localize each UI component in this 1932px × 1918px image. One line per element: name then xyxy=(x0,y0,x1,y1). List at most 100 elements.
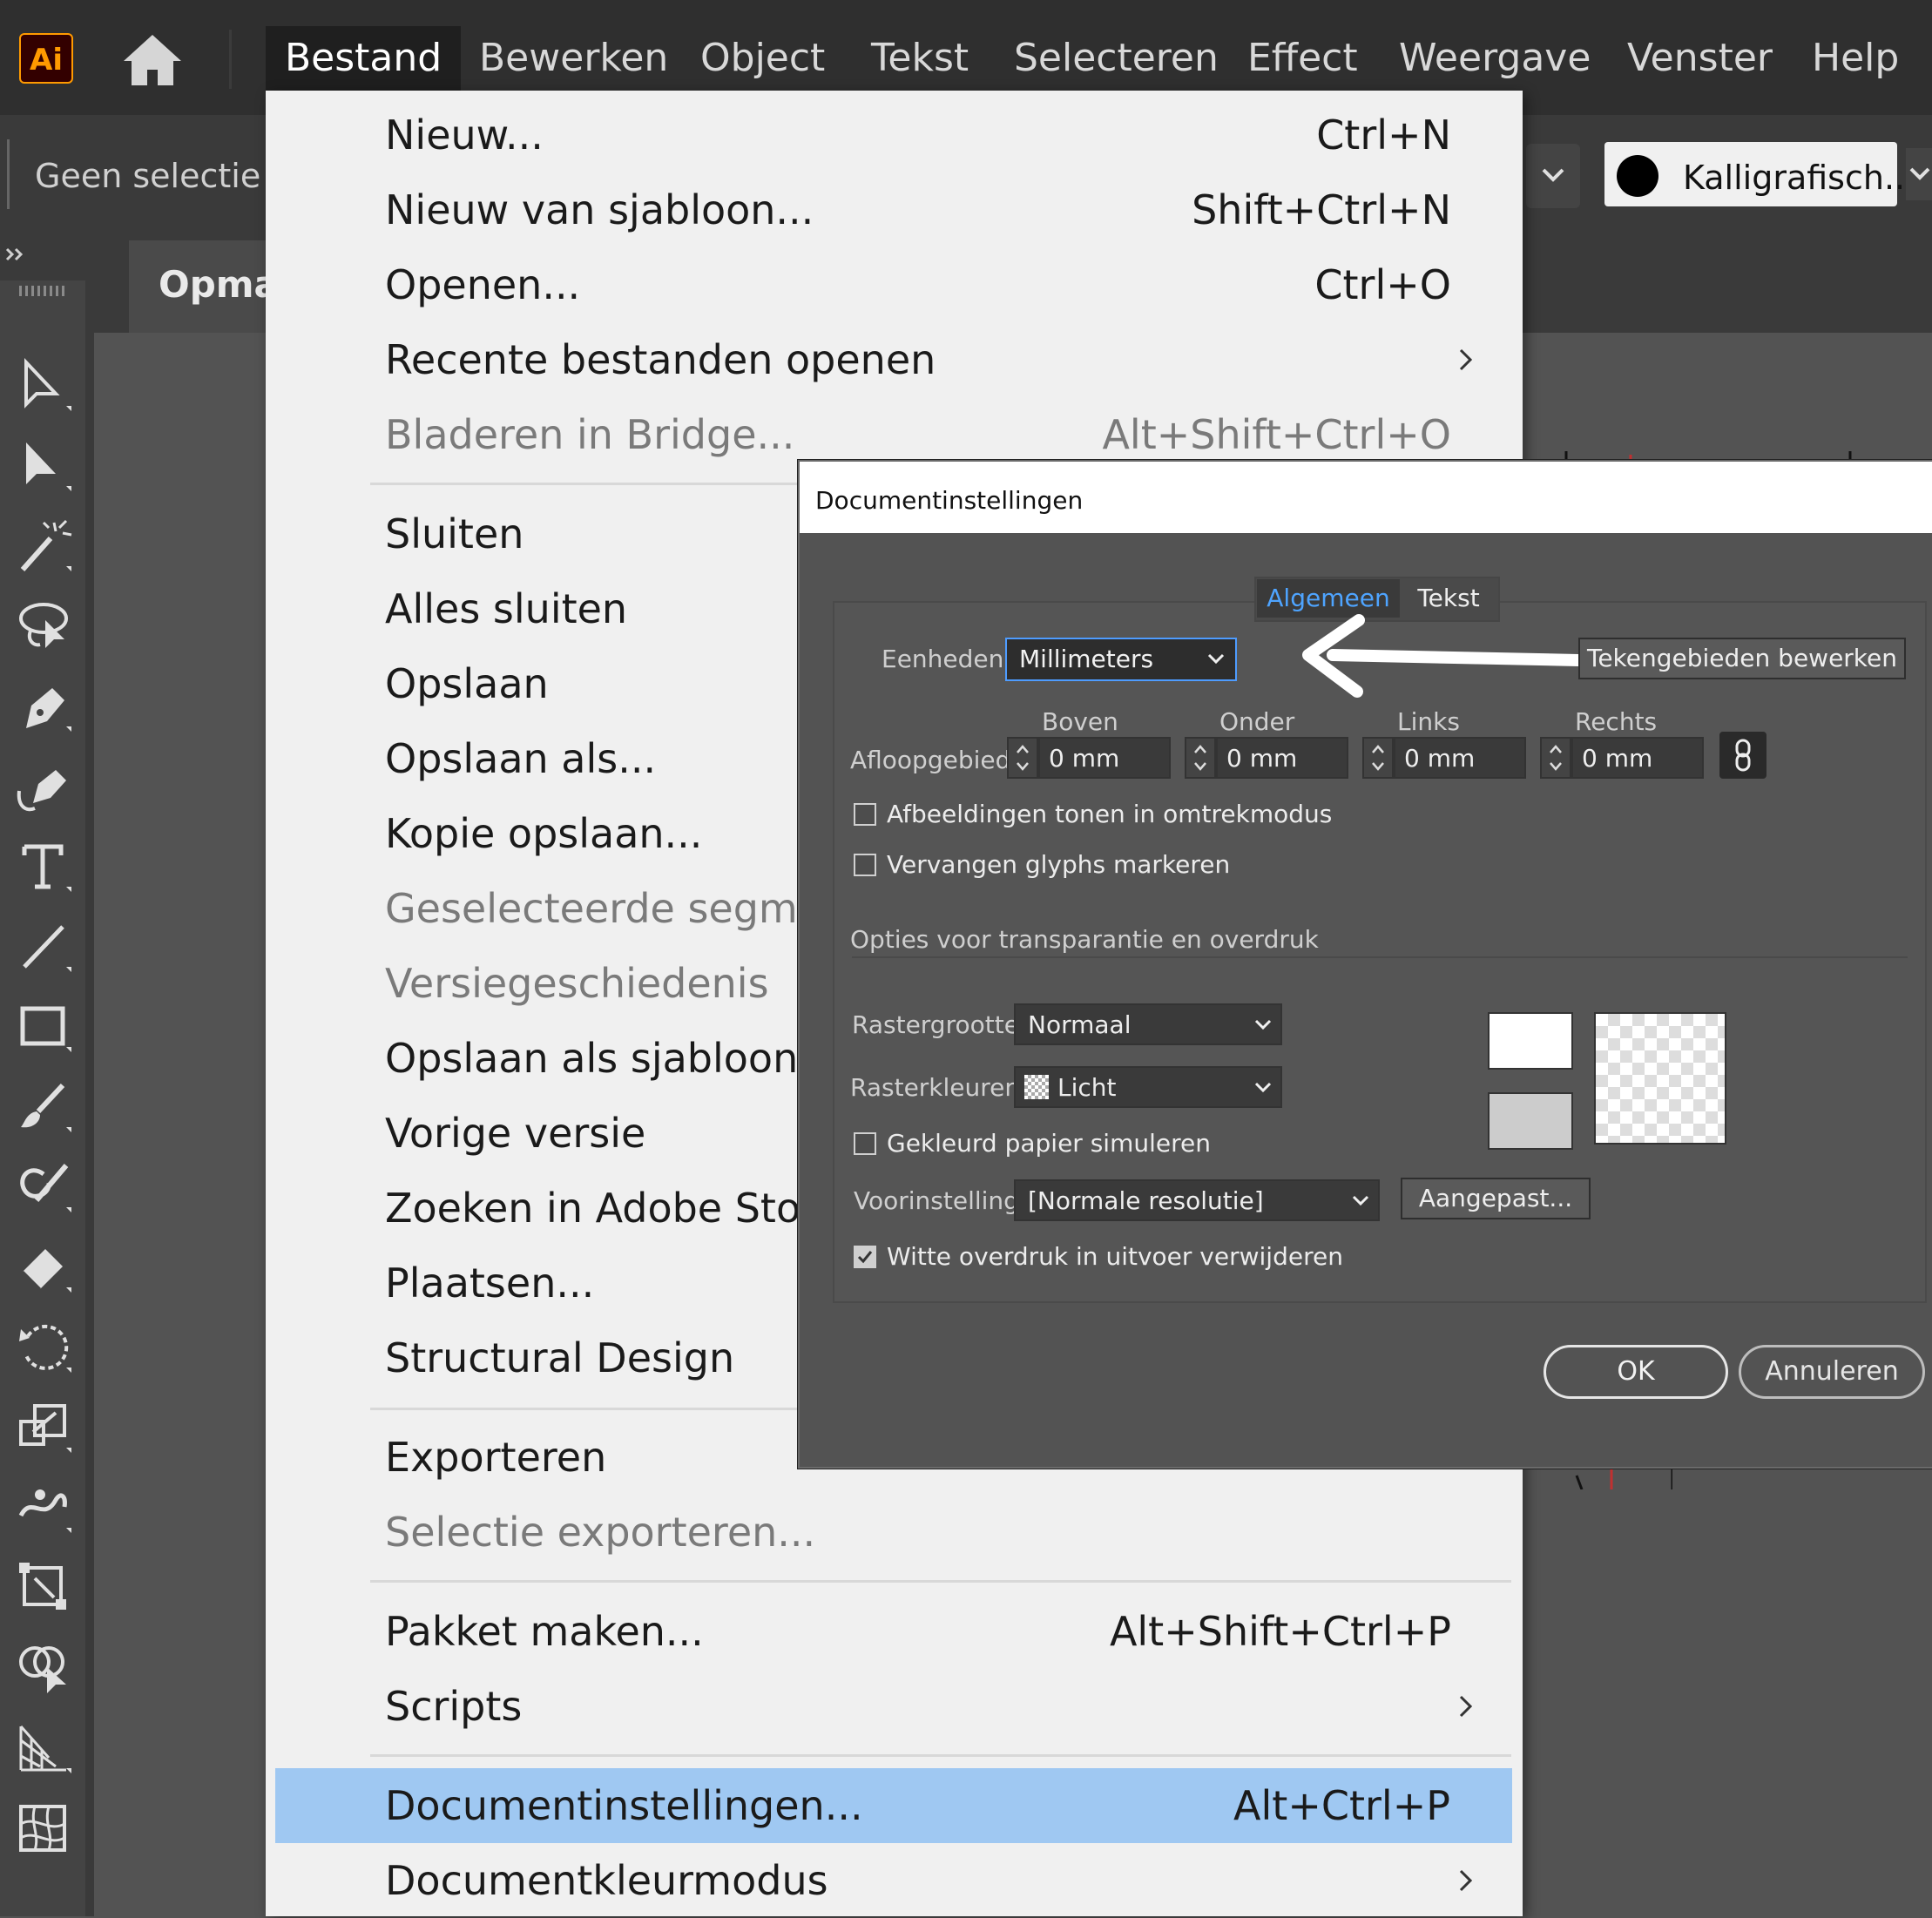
bleed-right-stepper[interactable] xyxy=(1540,737,1571,779)
simulate-paper-checkbox[interactable] xyxy=(854,1132,876,1155)
preset-label: Voorinstelling: xyxy=(854,1186,1028,1215)
grip-handle-icon[interactable] xyxy=(5,139,12,209)
substituted-glyphs-label: Vervangen glyphs markeren xyxy=(887,850,1231,879)
menu-bewerken[interactable]: Bewerken xyxy=(460,26,687,91)
chevron-right-icon xyxy=(1459,1695,1473,1718)
grid-size-select[interactable]: Normaal xyxy=(1014,1003,1282,1045)
menu-item-new-from-template[interactable]: Nieuw van sjabloon... Shift+Ctrl+N xyxy=(266,172,1523,247)
type-tool-icon[interactable] xyxy=(14,836,75,897)
direct-selection-tool-icon[interactable] xyxy=(14,436,75,496)
panel-grip-icon[interactable] xyxy=(19,286,68,296)
shortcut-label: Shift+Ctrl+N xyxy=(1192,186,1451,233)
outline-mode-label: Afbeeldingen tonen in omtrekmodus xyxy=(887,800,1333,828)
stepper-arrows-icon xyxy=(1017,745,1029,771)
rotate-tool-icon[interactable] xyxy=(14,1317,75,1378)
ok-button[interactable]: OK xyxy=(1544,1345,1728,1399)
grid-color-swatch-dark[interactable] xyxy=(1488,1092,1573,1150)
simulate-paper-label: Gekleurd papier simuleren xyxy=(887,1129,1211,1158)
scale-tool-icon[interactable] xyxy=(14,1397,75,1458)
chevron-down-icon xyxy=(1542,168,1564,182)
menu-object[interactable]: Object xyxy=(681,26,844,91)
bleed-top-stepper[interactable] xyxy=(1007,737,1038,779)
custom-preset-button[interactable]: Aangepast... xyxy=(1401,1178,1591,1219)
transparency-grid-preview xyxy=(1594,1012,1726,1145)
grid-color-swatch-light[interactable] xyxy=(1488,1012,1573,1070)
document-tab-label: Opma xyxy=(159,263,279,306)
pen-tool-icon[interactable] xyxy=(14,676,75,737)
grid-colors-select[interactable] xyxy=(1014,1066,1282,1108)
discard-white-overprint-checkbox[interactable] xyxy=(854,1246,876,1268)
mesh-tool-icon[interactable] xyxy=(14,1798,75,1859)
chevron-right-icon xyxy=(1459,348,1473,371)
brush-dropdown[interactable] xyxy=(1906,148,1932,200)
menu-item-document-setup[interactable]: Documentinstellingen... Alt+Ctrl+P xyxy=(275,1768,1512,1843)
checkmark-icon xyxy=(857,1251,873,1264)
shaper-tool-icon[interactable] xyxy=(14,1157,75,1218)
home-icon[interactable] xyxy=(120,31,185,89)
menu-effect[interactable]: Effect xyxy=(1228,26,1377,91)
menu-item-package[interactable]: Pakket maken... Alt+Shift+Ctrl+P xyxy=(266,1594,1523,1669)
curvature-tool-icon[interactable] xyxy=(14,756,75,817)
edit-artboards-button[interactable]: Tekengebieden bewerken xyxy=(1578,638,1906,679)
menu-divider xyxy=(229,30,232,89)
chevron-down-icon xyxy=(1254,1019,1272,1030)
illustrator-logo: Ai xyxy=(19,33,73,84)
bleed-bottom-stepper[interactable] xyxy=(1185,737,1216,779)
menu-item-new[interactable]: Nieuw... Ctrl+N xyxy=(266,98,1523,172)
expand-panel-icon[interactable] xyxy=(5,246,31,263)
free-transform-tool-icon[interactable] xyxy=(14,1557,75,1618)
magic-wand-tool-icon[interactable] xyxy=(14,516,75,577)
menu-selecteren[interactable]: Selecteren xyxy=(995,26,1238,91)
shape-builder-tool-icon[interactable] xyxy=(14,1638,75,1699)
menu-separator xyxy=(370,1754,1511,1757)
bleed-bottom-input[interactable]: 0 mm xyxy=(1216,737,1348,779)
substituted-glyphs-checkbox[interactable] xyxy=(854,854,876,876)
puppet-warp-tool-icon[interactable] xyxy=(14,1477,75,1538)
preset-select[interactable]: [Normale resolutie] xyxy=(1014,1179,1380,1221)
brush-label: Kalligrafisch... xyxy=(1683,159,1916,197)
shortcut-label: Alt+Shift+Ctrl+P xyxy=(1109,1608,1451,1655)
bleed-right-input[interactable]: 0 mm xyxy=(1571,737,1704,779)
menu-bestand[interactable]: Bestand xyxy=(266,26,462,91)
menu-item-open[interactable]: Openen... Ctrl+O xyxy=(266,247,1523,322)
selection-status: Geen selectie xyxy=(35,157,261,195)
stroke-dropdown[interactable] xyxy=(1526,144,1580,208)
transparency-section-title: Opties voor transparantie en overdruk xyxy=(850,925,1319,954)
menu-tekst[interactable]: Tekst xyxy=(852,26,988,91)
menu-venster[interactable]: Venster xyxy=(1608,26,1792,91)
grid-colors-value: Licht xyxy=(1057,1073,1117,1102)
grid-colors-label: Rasterkleuren: xyxy=(850,1073,1029,1102)
menu-item-scripts[interactable]: Scripts xyxy=(266,1669,1523,1744)
arrow-annotation-icon xyxy=(1302,614,1584,698)
selection-tool-icon[interactable] xyxy=(14,355,75,416)
cancel-button[interactable]: Annuleren xyxy=(1739,1345,1925,1399)
bleed-col-bottom: Onder xyxy=(1219,707,1295,736)
rectangle-tool-icon[interactable] xyxy=(14,996,75,1057)
shortcut-label: Alt+Ctrl+P xyxy=(1233,1782,1450,1829)
shortcut-label: Ctrl+O xyxy=(1314,261,1451,308)
paintbrush-tool-icon[interactable] xyxy=(14,1077,75,1138)
section-divider xyxy=(852,956,1908,958)
bleed-col-top: Boven xyxy=(1042,707,1118,736)
discard-white-overprint-label: Witte overdruk in uitvoer verwijderen xyxy=(887,1242,1343,1271)
dialog-title: Documentinstellingen xyxy=(815,486,1084,515)
bleed-col-right: Rechts xyxy=(1575,707,1658,736)
menu-weergave[interactable]: Weergave xyxy=(1380,26,1610,91)
outline-mode-checkbox[interactable] xyxy=(854,803,876,826)
bleed-left-stepper[interactable] xyxy=(1362,737,1394,779)
bleed-left-input[interactable]: 0 mm xyxy=(1394,737,1526,779)
units-label: Eenheden: xyxy=(882,645,1012,673)
link-bleed-button[interactable] xyxy=(1719,732,1766,779)
menu-item-open-recent[interactable]: Recente bestanden openen xyxy=(266,322,1523,397)
menu-help[interactable]: Help xyxy=(1793,26,1918,91)
menu-item-export-selection: Selectie exporteren... xyxy=(385,1509,816,1556)
perspective-grid-tool-icon[interactable] xyxy=(14,1718,75,1779)
lasso-tool-icon[interactable] xyxy=(14,596,75,657)
brush-dot-icon xyxy=(1617,155,1658,197)
menu-item-document-color-mode[interactable]: Documentkleurmodus xyxy=(266,1843,1523,1918)
line-tool-icon[interactable] xyxy=(14,916,75,977)
stepper-arrows-icon xyxy=(1194,745,1206,771)
shortcut-label: Ctrl+N xyxy=(1316,111,1451,159)
eraser-tool-icon[interactable] xyxy=(14,1237,75,1298)
bleed-top-input[interactable]: 0 mm xyxy=(1038,737,1171,779)
